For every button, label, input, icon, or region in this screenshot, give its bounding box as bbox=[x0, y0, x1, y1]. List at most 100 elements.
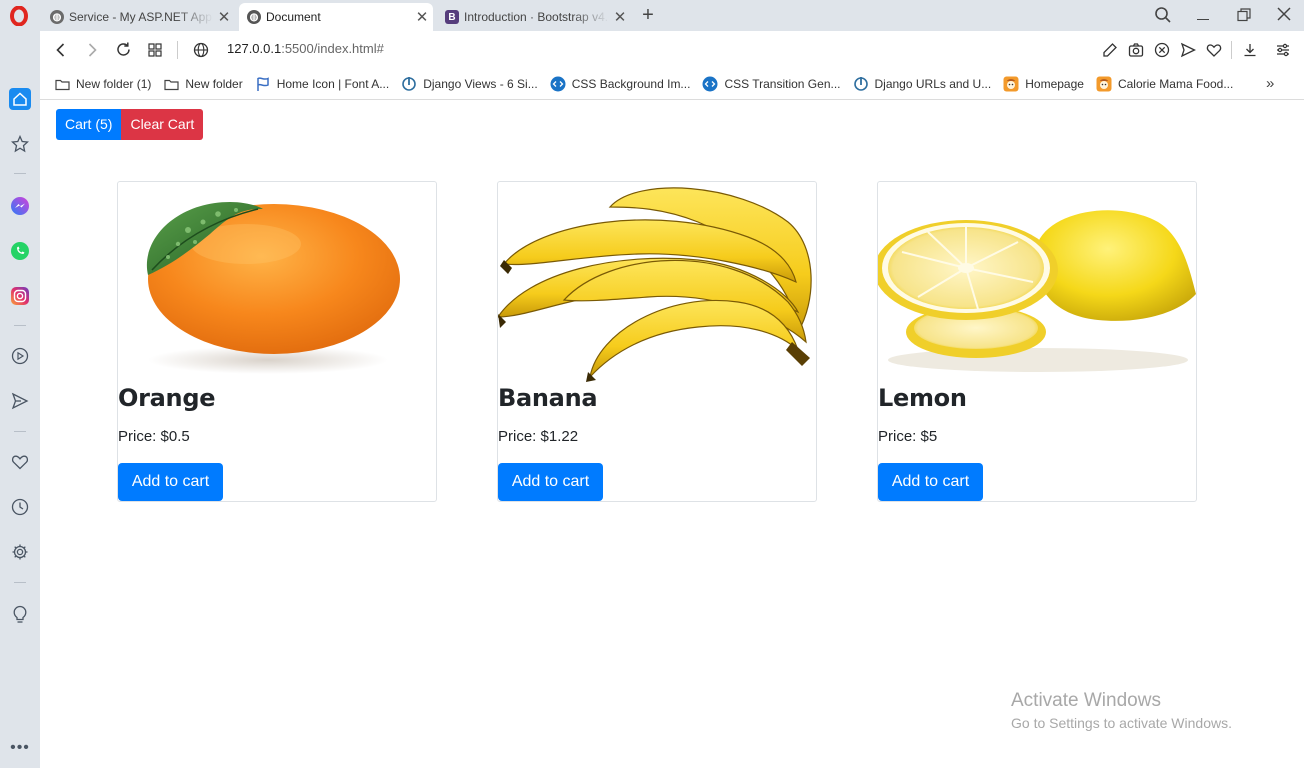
product-price: Price: $0.5 bbox=[118, 428, 190, 445]
bookmark-label: Calorie Mama Food... bbox=[1117, 77, 1234, 91]
tab-title: Introduction · Bootstrap v4.6 bbox=[464, 10, 609, 24]
product-card-lemon: Lemon Price: $5 Add to cart bbox=[877, 181, 1197, 502]
reload-icon[interactable] bbox=[115, 41, 132, 63]
folder-icon bbox=[163, 76, 179, 92]
calorie-icon bbox=[1096, 76, 1112, 92]
cart-button[interactable]: Cart (5) bbox=[56, 109, 122, 140]
separator bbox=[177, 41, 178, 59]
bookmark-label: New folder (1) bbox=[76, 77, 152, 91]
activate-windows-watermark: Activate Windows Go to Settings to activ… bbox=[1011, 690, 1232, 731]
instagram-icon[interactable] bbox=[9, 285, 31, 307]
close-window-icon[interactable] bbox=[1276, 6, 1292, 27]
orange-image bbox=[118, 182, 436, 382]
minimize-icon[interactable] bbox=[1197, 19, 1209, 20]
adblock-icon[interactable] bbox=[1154, 42, 1170, 63]
product-price: Price: $5 bbox=[878, 428, 938, 445]
bookmark-homepage[interactable]: Homepage bbox=[1003, 74, 1084, 94]
url-field[interactable]: 127.0.0.1:5500/index.html# bbox=[227, 41, 384, 56]
bookmarks-overflow-icon[interactable]: » bbox=[1266, 75, 1274, 92]
send-icon[interactable] bbox=[9, 390, 31, 412]
restore-icon[interactable] bbox=[1237, 8, 1251, 22]
tab-service[interactable]: ◍ Service - My ASP.NET Application ✕ bbox=[42, 3, 235, 31]
address-bar: 127.0.0.1:5500/index.html# bbox=[40, 31, 1304, 69]
back-icon[interactable] bbox=[53, 42, 69, 63]
code-icon bbox=[550, 76, 566, 92]
url-path: :5500/index.html# bbox=[281, 41, 384, 56]
bookmark-django-views[interactable]: Django Views - 6 Si... bbox=[401, 74, 538, 94]
download-icon[interactable] bbox=[1242, 42, 1258, 63]
product-name: Lemon bbox=[878, 384, 967, 412]
bookmark-label: CSS Transition Gen... bbox=[724, 77, 841, 91]
heart-icon[interactable] bbox=[9, 451, 31, 473]
messenger-icon[interactable] bbox=[9, 195, 31, 217]
bootstrap-icon: B bbox=[445, 10, 459, 24]
clear-cart-button[interactable]: Clear Cart bbox=[121, 109, 204, 140]
globe-icon: ◍ bbox=[50, 10, 64, 24]
bookmark-label: Home Icon | Font A... bbox=[276, 77, 390, 91]
history-clock-icon[interactable] bbox=[9, 496, 31, 518]
sidebar: ••• bbox=[0, 31, 40, 768]
separator bbox=[1231, 41, 1232, 59]
player-icon[interactable] bbox=[9, 345, 31, 367]
tabs-grid-icon[interactable] bbox=[148, 43, 162, 62]
whatsapp-icon[interactable] bbox=[9, 240, 31, 262]
easy-setup-icon[interactable] bbox=[1275, 42, 1291, 63]
home-icon[interactable] bbox=[9, 88, 31, 110]
tab-title: Document bbox=[266, 10, 321, 24]
django-icon bbox=[401, 76, 417, 92]
tab-document[interactable]: ◍ Document ✕ bbox=[239, 3, 433, 31]
watermark-title: Activate Windows bbox=[1011, 690, 1161, 711]
folder-icon bbox=[54, 76, 70, 92]
camera-icon[interactable] bbox=[1128, 42, 1144, 63]
bookmark-new-folder[interactable]: New folder bbox=[163, 74, 243, 94]
code-icon bbox=[702, 76, 718, 92]
product-card-banana: Banana Price: $1.22 Add to cart bbox=[497, 181, 817, 502]
close-tab-icon[interactable]: ✕ bbox=[411, 8, 433, 26]
share-send-icon[interactable] bbox=[1180, 42, 1197, 63]
search-tabs-icon[interactable] bbox=[1154, 6, 1172, 29]
bookmark-home-icon-font[interactable]: Home Icon | Font A... bbox=[255, 74, 390, 94]
bookmark-label: Django Views - 6 Si... bbox=[423, 77, 538, 91]
bookmark-django-urls[interactable]: Django URLs and U... bbox=[853, 74, 992, 94]
bookmark-label: Homepage bbox=[1025, 77, 1084, 91]
page-content: Cart (5) Clear Cart Orange Price: $0.5 A… bbox=[40, 101, 1304, 768]
globe-icon: ◍ bbox=[247, 10, 261, 24]
url-host: 127.0.0.1 bbox=[227, 41, 282, 56]
tab-bootstrap[interactable]: B Introduction · Bootstrap v4.6 ✕ bbox=[437, 3, 631, 31]
add-to-cart-button[interactable]: Add to cart bbox=[498, 463, 603, 501]
settings-gear-icon[interactable] bbox=[9, 541, 31, 563]
bookmark-css-background[interactable]: CSS Background Im... bbox=[550, 74, 691, 94]
calorie-icon bbox=[1003, 76, 1019, 92]
close-tab-icon[interactable]: ✕ bbox=[213, 8, 235, 26]
site-info-globe-icon[interactable] bbox=[193, 42, 209, 63]
bookmark-css-transition[interactable]: CSS Transition Gen... bbox=[702, 74, 841, 94]
forward-icon[interactable] bbox=[84, 42, 100, 63]
bookmark-label: Django URLs and U... bbox=[874, 77, 992, 91]
opera-logo-icon[interactable] bbox=[9, 5, 29, 27]
new-tab-icon[interactable]: + bbox=[638, 4, 658, 26]
watermark-subtitle: Go to Settings to activate Windows. bbox=[1011, 715, 1232, 731]
bookmark-new-folder-1[interactable]: New folder (1) bbox=[54, 74, 151, 94]
edit-icon[interactable] bbox=[1102, 42, 1118, 63]
bookmark-label: New folder bbox=[185, 77, 243, 91]
bookmark-label: CSS Background Im... bbox=[571, 77, 691, 91]
speed-dial-star-icon[interactable] bbox=[9, 133, 31, 155]
more-icon[interactable]: ••• bbox=[9, 737, 31, 759]
lightbulb-icon[interactable] bbox=[9, 603, 31, 625]
tab-bar: ◍ Service - My ASP.NET Application ✕ ◍ D… bbox=[0, 0, 1304, 31]
add-to-cart-button[interactable]: Add to cart bbox=[878, 463, 983, 501]
product-name: Orange bbox=[118, 384, 216, 412]
bookmarks-bar: New folder (1) New folder Home Icon | Fo… bbox=[40, 69, 1304, 100]
lemon-image bbox=[878, 182, 1196, 382]
product-card-orange: Orange Price: $0.5 Add to cart bbox=[117, 181, 437, 502]
product-price: Price: $1.22 bbox=[498, 428, 579, 445]
cart-button-group: Cart (5) Clear Cart bbox=[56, 109, 204, 140]
banana-image bbox=[498, 182, 816, 382]
tab-title: Service - My ASP.NET Application bbox=[69, 10, 213, 24]
product-name: Banana bbox=[498, 384, 598, 412]
django-icon bbox=[853, 76, 869, 92]
bookmark-calorie-mama[interactable]: Calorie Mama Food... bbox=[1096, 74, 1233, 94]
bookmark-heart-icon[interactable] bbox=[1206, 42, 1222, 63]
close-tab-icon[interactable]: ✕ bbox=[609, 8, 631, 26]
add-to-cart-button[interactable]: Add to cart bbox=[118, 463, 223, 501]
